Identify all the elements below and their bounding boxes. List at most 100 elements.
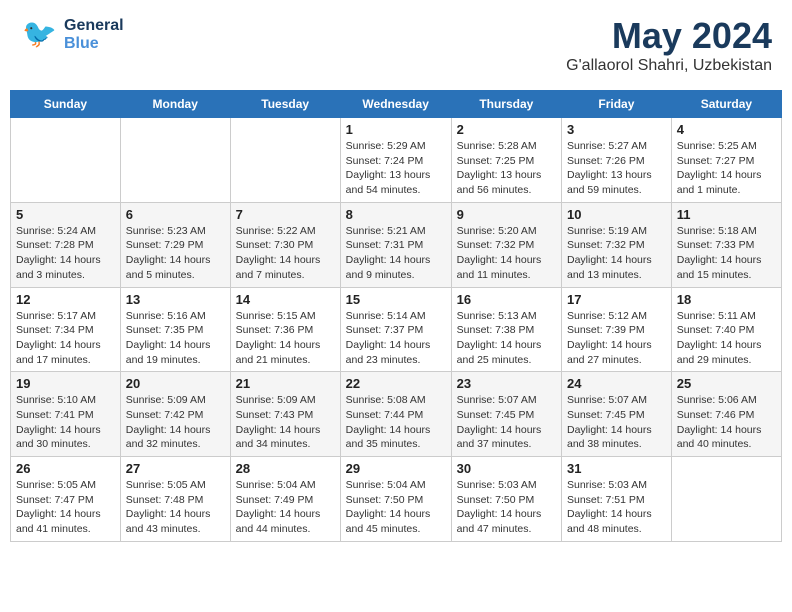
week-row-2: 5 Sunrise: 5:24 AM Sunset: 7:28 PM Daylig…	[11, 202, 782, 287]
day-info: Sunrise: 5:24 AM Sunset: 7:28 PM Dayligh…	[16, 224, 115, 283]
day-number: 18	[677, 292, 776, 307]
day-info: Sunrise: 5:07 AM Sunset: 7:45 PM Dayligh…	[567, 393, 666, 452]
svg-text:🐦: 🐦	[22, 18, 57, 49]
logo-icon: 🐦	[20, 15, 60, 55]
day-info: Sunrise: 5:04 AM Sunset: 7:50 PM Dayligh…	[346, 478, 446, 537]
day-cell: 5 Sunrise: 5:24 AM Sunset: 7:28 PM Daylig…	[11, 202, 121, 287]
day-number: 7	[236, 207, 335, 222]
day-number: 28	[236, 461, 335, 476]
day-cell: 9Sunrise: 5:20 AM Sunset: 7:32 PM Daylig…	[451, 202, 561, 287]
day-cell: 20 Sunrise: 5:09 AM Sunset: 7:42 PM Dayli…	[120, 372, 230, 457]
day-number: 2	[457, 122, 556, 137]
week-row-5: 26 Sunrise: 5:05 AM Sunset: 7:47 PM Dayli…	[11, 457, 782, 542]
day-cell: 8Sunrise: 5:21 AM Sunset: 7:31 PM Daylig…	[340, 202, 451, 287]
day-info: Sunrise: 5:07 AM Sunset: 7:45 PM Dayligh…	[457, 393, 556, 452]
day-number: 5	[16, 207, 115, 222]
calendar-header: SundayMondayTuesdayWednesdayThursdayFrid…	[11, 91, 782, 118]
day-number: 12	[16, 292, 115, 307]
day-number: 10	[567, 207, 666, 222]
header-cell-friday: Friday	[562, 91, 672, 118]
day-cell: 4Sunrise: 5:25 AM Sunset: 7:27 PM Daylig…	[671, 118, 781, 203]
day-number: 3	[567, 122, 666, 137]
header-row: SundayMondayTuesdayWednesdayThursdayFrid…	[11, 91, 782, 118]
day-number: 6	[126, 207, 225, 222]
day-cell: 27Sunrise: 5:05 AM Sunset: 7:48 PM Dayli…	[120, 457, 230, 542]
day-info: Sunrise: 5:21 AM Sunset: 7:31 PM Dayligh…	[346, 224, 446, 283]
day-info: Sunrise: 5:17 AM Sunset: 7:34 PM Dayligh…	[16, 309, 115, 368]
day-info: Sunrise: 5:19 AM Sunset: 7:32 PM Dayligh…	[567, 224, 666, 283]
day-info: Sunrise: 5:23 AM Sunset: 7:29 PM Dayligh…	[126, 224, 225, 283]
day-info: Sunrise: 5:14 AM Sunset: 7:37 PM Dayligh…	[346, 309, 446, 368]
day-info: Sunrise: 5:10 AM Sunset: 7:41 PM Dayligh…	[16, 393, 115, 452]
day-cell: 14 Sunrise: 5:15 AM Sunset: 7:36 PM Dayli…	[230, 287, 340, 372]
day-number: 19	[16, 376, 115, 391]
day-number: 4	[677, 122, 776, 137]
day-cell	[230, 118, 340, 203]
header-cell-thursday: Thursday	[451, 91, 561, 118]
day-cell: 16Sunrise: 5:13 AM Sunset: 7:38 PM Dayli…	[451, 287, 561, 372]
day-number: 25	[677, 376, 776, 391]
day-number: 31	[567, 461, 666, 476]
header-cell-tuesday: Tuesday	[230, 91, 340, 118]
day-cell: 7 Sunrise: 5:22 AM Sunset: 7:30 PM Daylig…	[230, 202, 340, 287]
header-cell-saturday: Saturday	[671, 91, 781, 118]
day-cell: 31 Sunrise: 5:03 AM Sunset: 7:51 PM Dayli…	[562, 457, 672, 542]
day-number: 15	[346, 292, 446, 307]
day-cell: 1 Sunrise: 5:29 AM Sunset: 7:24 PM Daylig…	[340, 118, 451, 203]
day-cell: 28 Sunrise: 5:04 AM Sunset: 7:49 PM Dayli…	[230, 457, 340, 542]
day-number: 17	[567, 292, 666, 307]
day-info: Sunrise: 5:29 AM Sunset: 7:24 PM Dayligh…	[346, 139, 446, 198]
day-info: Sunrise: 5:09 AM Sunset: 7:43 PM Dayligh…	[236, 393, 335, 452]
day-info: Sunrise: 5:06 AM Sunset: 7:46 PM Dayligh…	[677, 393, 776, 452]
day-info: Sunrise: 5:03 AM Sunset: 7:50 PM Dayligh…	[457, 478, 556, 537]
day-cell: 24 Sunrise: 5:07 AM Sunset: 7:45 PM Dayli…	[562, 372, 672, 457]
day-cell: 22 Sunrise: 5:08 AM Sunset: 7:44 PM Dayli…	[340, 372, 451, 457]
day-number: 20	[126, 376, 225, 391]
day-info: Sunrise: 5:04 AM Sunset: 7:49 PM Dayligh…	[236, 478, 335, 537]
header-cell-sunday: Sunday	[11, 91, 121, 118]
location-subtitle: G'allaorol Shahri, Uzbekistan	[566, 57, 772, 75]
day-number: 29	[346, 461, 446, 476]
calendar-body: 1 Sunrise: 5:29 AM Sunset: 7:24 PM Daylig…	[11, 118, 782, 542]
day-info: Sunrise: 5:05 AM Sunset: 7:48 PM Dayligh…	[126, 478, 225, 537]
day-info: Sunrise: 5:15 AM Sunset: 7:36 PM Dayligh…	[236, 309, 335, 368]
day-cell: 6 Sunrise: 5:23 AM Sunset: 7:29 PM Daylig…	[120, 202, 230, 287]
day-info: Sunrise: 5:05 AM Sunset: 7:47 PM Dayligh…	[16, 478, 115, 537]
month-year-title: May 2024	[566, 15, 772, 57]
day-cell: 17 Sunrise: 5:12 AM Sunset: 7:39 PM Dayli…	[562, 287, 672, 372]
header-cell-wednesday: Wednesday	[340, 91, 451, 118]
day-cell: 19 Sunrise: 5:10 AM Sunset: 7:41 PM Dayli…	[11, 372, 121, 457]
day-cell: 13Sunrise: 5:16 AM Sunset: 7:35 PM Dayli…	[120, 287, 230, 372]
day-cell: 10 Sunrise: 5:19 AM Sunset: 7:32 PM Dayli…	[562, 202, 672, 287]
day-info: Sunrise: 5:09 AM Sunset: 7:42 PM Dayligh…	[126, 393, 225, 452]
day-cell: 25 Sunrise: 5:06 AM Sunset: 7:46 PM Dayli…	[671, 372, 781, 457]
day-cell: 2 Sunrise: 5:28 AM Sunset: 7:25 PM Daylig…	[451, 118, 561, 203]
calendar-table: SundayMondayTuesdayWednesdayThursdayFrid…	[10, 90, 782, 542]
logo: 🐦 General Blue	[20, 15, 124, 55]
day-number: 26	[16, 461, 115, 476]
day-cell: 21 Sunrise: 5:09 AM Sunset: 7:43 PM Dayli…	[230, 372, 340, 457]
day-cell	[11, 118, 121, 203]
day-info: Sunrise: 5:28 AM Sunset: 7:25 PM Dayligh…	[457, 139, 556, 198]
day-cell: 29 Sunrise: 5:04 AM Sunset: 7:50 PM Dayli…	[340, 457, 451, 542]
day-cell	[671, 457, 781, 542]
day-number: 22	[346, 376, 446, 391]
day-cell: 26 Sunrise: 5:05 AM Sunset: 7:47 PM Dayli…	[11, 457, 121, 542]
day-info: Sunrise: 5:13 AM Sunset: 7:38 PM Dayligh…	[457, 309, 556, 368]
day-cell: 3 Sunrise: 5:27 AM Sunset: 7:26 PM Daylig…	[562, 118, 672, 203]
day-number: 1	[346, 122, 446, 137]
day-cell: 11Sunrise: 5:18 AM Sunset: 7:33 PM Dayli…	[671, 202, 781, 287]
day-number: 21	[236, 376, 335, 391]
day-info: Sunrise: 5:22 AM Sunset: 7:30 PM Dayligh…	[236, 224, 335, 283]
day-number: 30	[457, 461, 556, 476]
day-info: Sunrise: 5:27 AM Sunset: 7:26 PM Dayligh…	[567, 139, 666, 198]
day-number: 23	[457, 376, 556, 391]
day-number: 14	[236, 292, 335, 307]
week-row-3: 12 Sunrise: 5:17 AM Sunset: 7:34 PM Dayli…	[11, 287, 782, 372]
day-cell: 23 Sunrise: 5:07 AM Sunset: 7:45 PM Dayli…	[451, 372, 561, 457]
day-info: Sunrise: 5:12 AM Sunset: 7:39 PM Dayligh…	[567, 309, 666, 368]
header: 🐦 General Blue May 2024 G'allaorol Shahr…	[10, 10, 782, 80]
day-info: Sunrise: 5:03 AM Sunset: 7:51 PM Dayligh…	[567, 478, 666, 537]
day-number: 24	[567, 376, 666, 391]
day-info: Sunrise: 5:08 AM Sunset: 7:44 PM Dayligh…	[346, 393, 446, 452]
